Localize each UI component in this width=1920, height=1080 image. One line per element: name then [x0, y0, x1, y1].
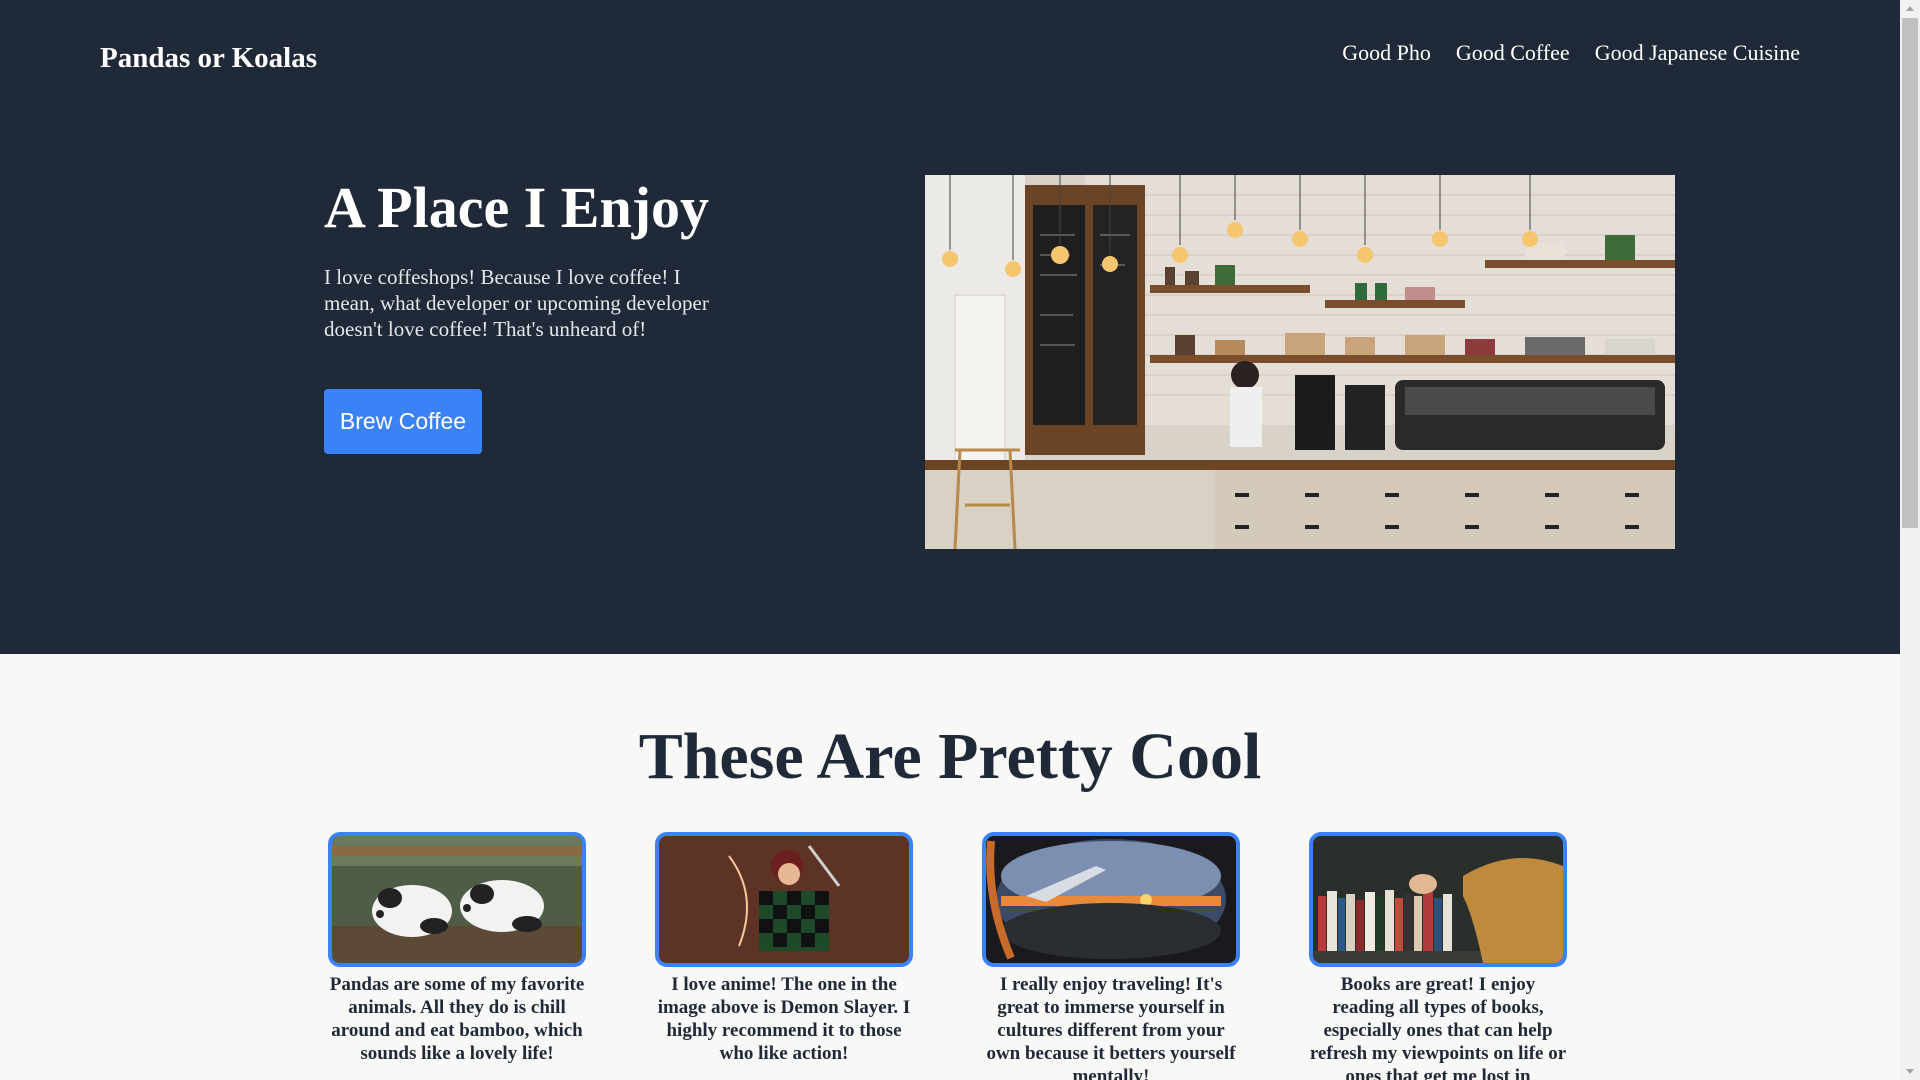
card-anime: I love anime! The one in the image above… [655, 832, 913, 1065]
card-books-text: Books are great! I enjoy reading all typ… [1309, 974, 1567, 1080]
nav-link-good-coffee[interactable]: Good Coffee [1456, 36, 1570, 70]
airplane-window-image [982, 832, 1240, 967]
card-traveling-text: I really enjoy traveling! It's great to … [986, 974, 1236, 1080]
vertical-scrollbar[interactable] [1900, 0, 1920, 1080]
bookshelf-image [1309, 832, 1567, 967]
brand-logo[interactable]: Pandas or Koalas [100, 38, 317, 78]
coffee-shop-image [925, 175, 1675, 549]
card-anime-text: I love anime! The one in the image above… [657, 974, 911, 1064]
hero-title: A Place I Enjoy [324, 175, 710, 240]
brew-coffee-button[interactable]: Brew Coffee [324, 389, 482, 454]
card-pandas-text: Pandas are some of my favorite animals. … [329, 974, 585, 1064]
section-title: These Are Pretty Cool [638, 720, 1262, 793]
page-viewport: Pandas or Koalas Good Pho Good Coffee Go… [0, 0, 1900, 1080]
anime-image [655, 832, 913, 967]
card-traveling: I really enjoy traveling! It's great to … [982, 832, 1240, 1080]
card-pandas: Pandas are some of my favorite animals. … [328, 832, 586, 1065]
hero-section: Pandas or Koalas Good Pho Good Coffee Go… [0, 0, 1900, 654]
scrollbar-thumb[interactable] [1902, 18, 1918, 528]
card-books: Books are great! I enjoy reading all typ… [1309, 832, 1567, 1080]
nav-link-good-pho[interactable]: Good Pho [1342, 36, 1431, 70]
scroll-up-arrow-icon[interactable] [1900, 0, 1920, 17]
main-nav: Good Pho Good Coffee Good Japanese Cuisi… [1342, 36, 1800, 70]
scroll-down-arrow-icon[interactable] [1900, 1063, 1920, 1080]
pandas-image [328, 832, 586, 967]
hero-description: I love coffeshops! Because I love coffee… [324, 265, 709, 341]
pretty-cool-section: These Are Pretty Cool Pandas are some of… [0, 654, 1900, 1080]
nav-link-good-japanese-cuisine[interactable]: Good Japanese Cuisine [1595, 36, 1800, 70]
